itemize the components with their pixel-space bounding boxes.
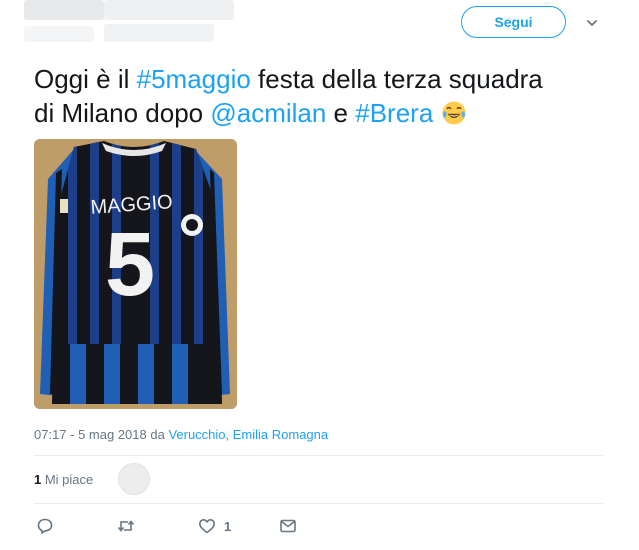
reply-button[interactable] — [36, 516, 54, 536]
chevron-down-icon[interactable] — [585, 16, 599, 30]
tweet-text-part: festa della terza squadra — [250, 64, 543, 94]
author-avatar-blurred — [24, 0, 104, 20]
tweet-text: Oggi è il #5maggio festa della terza squ… — [34, 62, 609, 130]
mention-link-acmilan[interactable]: @acmilan — [210, 98, 326, 128]
tweet-text-part: di Milano dopo — [34, 98, 211, 128]
location-link[interactable]: Verucchio, Emilia Romagna — [168, 427, 328, 442]
tweet-photo[interactable]: MAGGIO 5 — [34, 139, 237, 409]
timestamp-separator: da — [146, 427, 169, 442]
author-handle-blurred — [104, 24, 214, 42]
laughing-emoji-icon — [441, 101, 466, 125]
likes-label: Mi piace — [41, 472, 94, 487]
likes-stat[interactable]: 1 Mi piace — [34, 472, 93, 487]
hashtag-link-5maggio[interactable]: #5maggio — [137, 64, 251, 94]
hashtag-link-brera[interactable]: #Brera — [355, 98, 433, 128]
author-meta-blurred — [24, 26, 94, 42]
tweet-text-part: e — [326, 98, 356, 128]
tweet-text-part: Oggi è il — [34, 64, 137, 94]
retweet-icon — [117, 520, 135, 532]
retweet-button[interactable] — [117, 516, 135, 536]
reply-icon — [37, 518, 53, 534]
author-name-blurred — [104, 0, 234, 20]
direct-message-button[interactable] — [279, 516, 297, 536]
divider — [34, 455, 604, 456]
jersey-image: MAGGIO 5 — [34, 139, 237, 409]
liker-avatar[interactable] — [118, 463, 150, 495]
like-button[interactable]: 1 — [198, 516, 231, 536]
like-count: 1 — [224, 518, 232, 534]
timestamp-link[interactable]: 07:17 - 5 mag 2018 — [34, 427, 147, 442]
divider — [34, 503, 604, 504]
envelope-icon — [280, 519, 296, 533]
follow-button[interactable]: Segui — [461, 6, 566, 38]
jersey-number-text: 5 — [105, 215, 155, 315]
tweet-timestamp: 07:17 - 5 mag 2018 da Verucchio, Emilia … — [34, 427, 328, 442]
heart-icon — [199, 519, 215, 534]
